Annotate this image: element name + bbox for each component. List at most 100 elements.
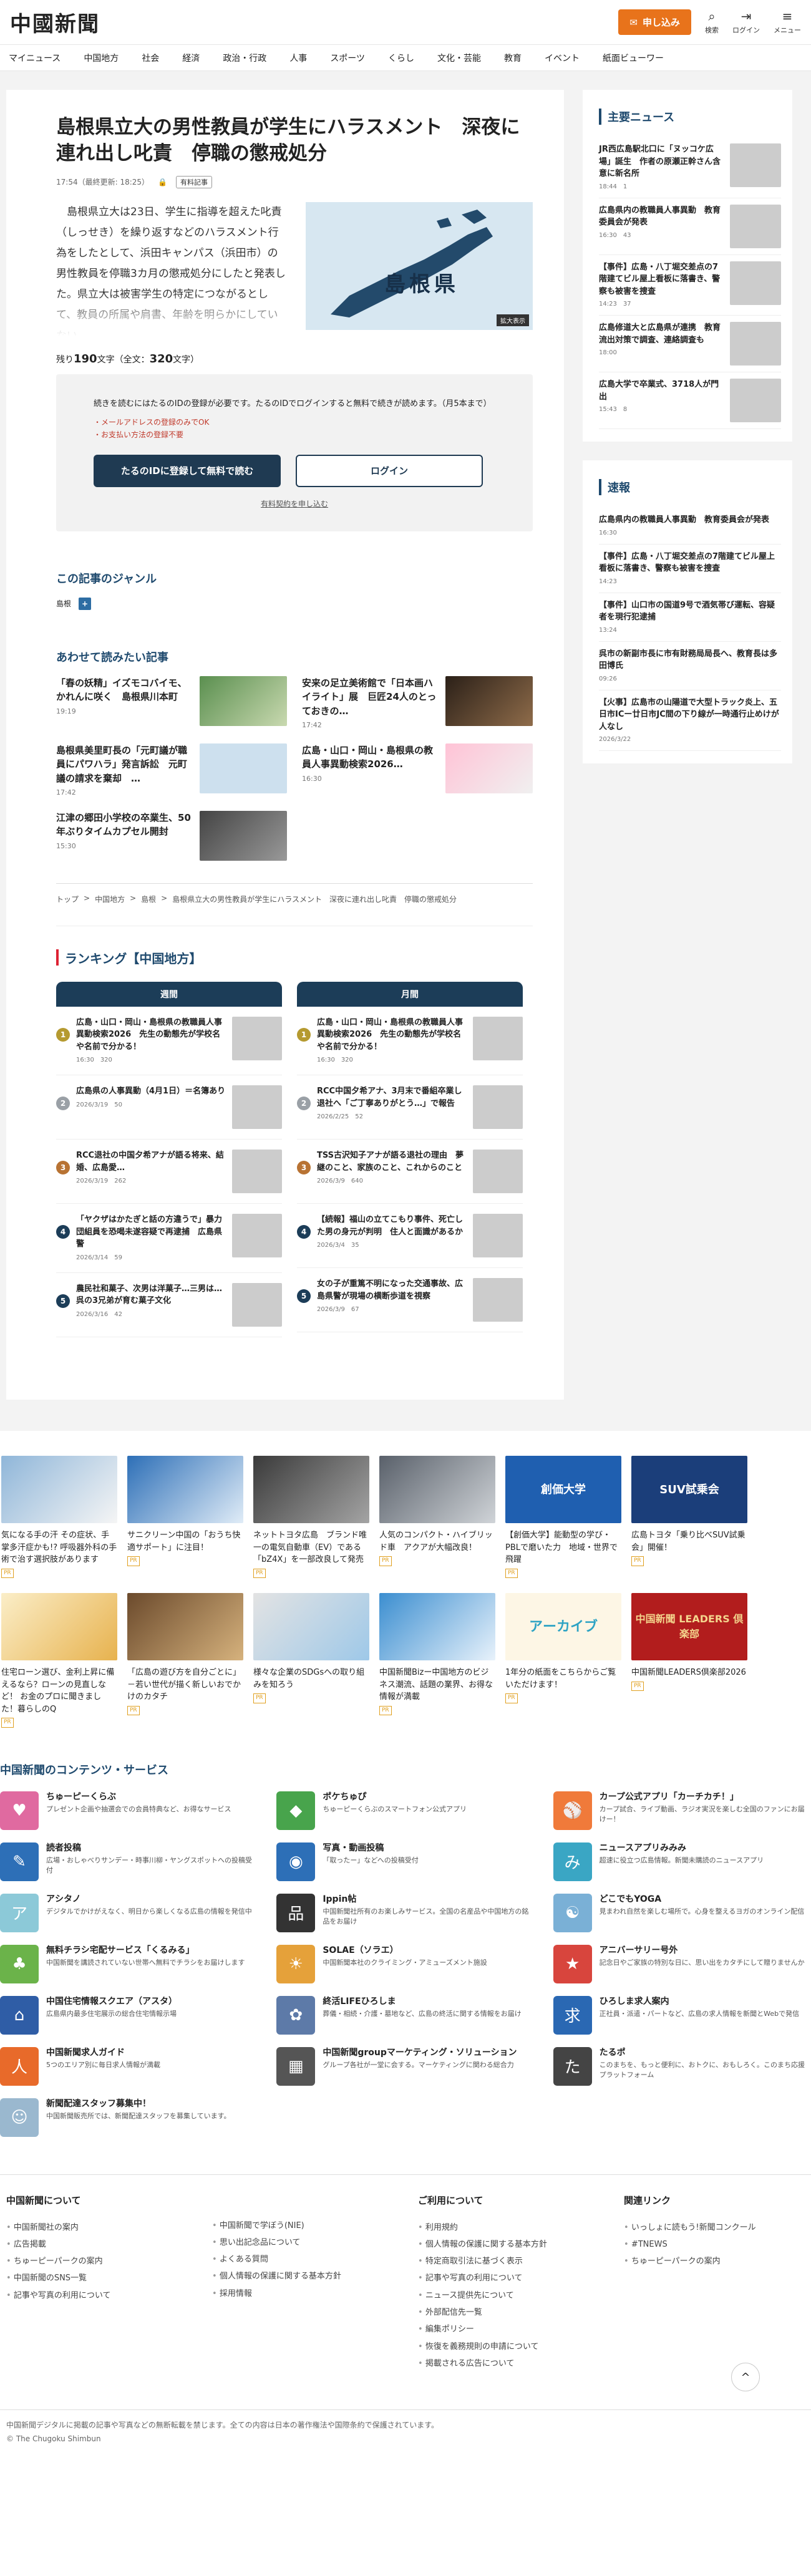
footer-link[interactable]: 外部配信先一覧 [425, 2308, 482, 2317]
footer-link[interactable]: 恢復を義務規則の申請について [425, 2342, 539, 2351]
list-item[interactable]: 「春の妖精」イズモコバイモ、かれんに咲く 島根県川本町 19:19 [56, 675, 287, 731]
nav-item-life[interactable]: くらし [388, 52, 414, 64]
promo-card[interactable]: ネットトヨタ広島 ブランド唯一の電気自動車（EV）である「bZ4X」を一部改良し… [253, 1456, 369, 1578]
promo-card[interactable]: 住宅ローン選び、金利上昇に備えるなら？ローンの見直しなど！ お金のプロに聞きまし… [1, 1593, 117, 1728]
nav-item-education[interactable]: 教育 [504, 52, 522, 64]
list-item[interactable]: 【事件】広島・八丁堀交差点の7階建てビル屋上看板に落書き、警察も被害を捜査 14:… [599, 545, 781, 593]
ranking-item[interactable]: 1 広島・山口・岡山・島根県の教職員人事異動検索2026 先生の動態先が学校名や名… [56, 1007, 282, 1076]
service-item[interactable]: ☀ SOLAE（ソラエ） 中国新聞本社のクライミング・アミューズメント施設 [276, 1944, 534, 1983]
promo-card[interactable]: 中国新聞Bizー中国地方のビジネス潮流、話題の業界、お得な情報が満載 PR [379, 1593, 495, 1728]
list-item[interactable]: 【事件】広島・八丁堀交差点の7階建てビル屋上看板に落書き、警察も被害を捜査 14:… [599, 255, 781, 316]
nav-item-personnel[interactable]: 人事 [289, 52, 307, 64]
nav-item-events[interactable]: イベント [545, 52, 580, 64]
service-item[interactable]: 求ひろしま求人案内 正社員・派遣・パートなど、広島の求人情報を新聞とWebで発信 [553, 1995, 811, 2035]
footer-link[interactable]: 広告掲載 [14, 2240, 46, 2249]
promo-card[interactable]: 気になる手の汗 その症状、手掌多汗症かも!? 呼吸器外科の手術で治す選択肢があり… [1, 1456, 117, 1578]
service-item[interactable]: ⌂ 中国住宅情報スクエア（アスタ） 広島県内最多住宅展示の総合住宅情報示場 [0, 1995, 258, 2035]
list-item[interactable]: 広島・山口・岡山・島根県の教員人事異動検索2026… 16:30 [302, 743, 533, 798]
list-item[interactable]: 呉市の新副市長に市有財務局局長へ、教育長は多田博氏 09:26 [599, 642, 781, 690]
genre-tag[interactable]: 島根 [56, 598, 71, 609]
footer-link[interactable]: 中国新聞社の案内 [14, 2223, 79, 2232]
nav-item-viewer[interactable]: 紙面ビューワー [603, 52, 664, 64]
ranking-item[interactable]: 2 広島県の人事異動（4月1日）＝名簿あり 2026/3/19 50 [56, 1075, 282, 1140]
footer-link[interactable]: 中国新聞で学ぼう(NIE) [220, 2221, 304, 2230]
promo-card[interactable]: アーカイブ 1年分の紙面をこちらからご覧いただけます！ PR [505, 1593, 621, 1728]
list-item[interactable]: 【事件】山口市の国道9号で酒気帯び運転、容疑者を現行犯逮捕 13:24 [599, 593, 781, 642]
menu-button[interactable]: ≡ メニュー [774, 10, 801, 35]
promo-card[interactable]: 人気のコンパクト・ハイブリッド車 アクアが大幅改良！ PR [379, 1456, 495, 1578]
map-zoom-button[interactable]: 拡大表示 [497, 314, 529, 326]
footer-link[interactable]: ちゅーピーパークの案内 [631, 2257, 721, 2266]
service-item[interactable]: ◉ 写真・動画投稿 「取ったー」などへの投稿受付 [276, 1842, 534, 1881]
ranking-item[interactable]: 5 女の子が重篤不明になった交通事故、広島県警が現場の横断歩道を視察 2026/3/… [297, 1268, 523, 1333]
footer-link[interactable]: 個人情報の保護に関する基本方針 [425, 2240, 547, 2249]
service-item[interactable]: ★ アニバーサリー号外 記念日やご家族の特別な日に、思い出をカタチにして贈りませんか [553, 1944, 811, 1983]
promo-card[interactable]: 中国新聞 LEADERS 倶楽部 中国新聞LEADERS倶楽部2026 PR [631, 1593, 747, 1728]
article-map-image[interactable]: 島根県 拡大表示 [306, 201, 533, 330]
add-genre-button[interactable]: + [79, 597, 92, 610]
paywall-login-button[interactable]: ログイン [296, 454, 483, 487]
list-item[interactable]: 【火事】広島市の山陽道で大型トラック炎上、五日市ICー廿日市JC間の下り線が一時… [599, 690, 781, 751]
service-item[interactable]: ✿ 終活LIFEひろしま 葬儀・相続・介護・墓地など、広島の終活に関する情報をお届け [276, 1995, 534, 2035]
ranking-item[interactable]: 5 農民社和菓子、次男は洋菓子…三男は…呉の3兄弟が育む菓子文化 2026/3/16… [56, 1273, 282, 1337]
service-item[interactable]: アアシタノ デジタルでかけがえなく、明日から楽しくなる広島の情報を発信中 [0, 1893, 258, 1932]
ranking-item[interactable]: 2 RCC中国夕希アナ、3月末で番組卒業し退社へ「ご丁寧ありがとう…」で報告 202… [297, 1075, 523, 1140]
promo-card[interactable]: 創価大学 【創価大学】能動型の学び・PBLで磨いた力 地域・世界で飛躍 PR [505, 1456, 621, 1578]
nav-item-mynews[interactable]: マイニュース [9, 52, 61, 64]
service-item[interactable]: ☯ どこでもYOGA 見まわれ自然を楽しむ場所で。心身を整えるヨガのオンライン配信 [553, 1893, 811, 1932]
paid-contract-link[interactable]: 有料契約を申し込む [94, 498, 495, 509]
nav-item-economy[interactable]: 経済 [182, 52, 200, 64]
list-item[interactable]: 江津の郷田小学校の卒業生、50年ぶりタイムカプセル開封 15:30 [56, 810, 287, 861]
footer-link[interactable]: よくある質問 [220, 2255, 268, 2264]
list-item[interactable]: 広島修道大と広島県が連携 教育流出対策で調査、連絡調査も 18:00 [599, 316, 781, 372]
service-item[interactable]: 人中国新聞求人ガイド 5つのエリア別に毎日求人情報が満載 [0, 2046, 258, 2086]
tab-monthly[interactable]: 月間 [297, 981, 523, 1007]
footer-link[interactable]: #TNEWS [631, 2240, 668, 2249]
search-button[interactable]: ⌕ 検索 [705, 10, 719, 35]
list-item[interactable]: 安来の足立美術館で「日本画ハイライト」展 巨匠24人のとっておきの… 17:42 [302, 675, 533, 731]
service-item[interactable]: ♥ ちゅーピーくらぶ プレゼント企画や抽選会での会員特典など、お得なサービス [0, 1791, 258, 1830]
footer-link[interactable]: 記事や写真の利用について [425, 2273, 523, 2283]
site-logo[interactable]: 中國新聞 [10, 7, 100, 37]
footer-link[interactable]: ニュース提供先について [425, 2291, 514, 2300]
footer-link[interactable]: 特定商取引法に基づく表示 [425, 2257, 523, 2266]
service-item[interactable]: ⚾ カープ公式アプリ「カーチカチ！」 カープ試合、ライブ動画、ラジオ実況を楽しむ全国… [553, 1791, 811, 1830]
ranking-item[interactable]: 4 【続報】福山の立てこもり事件、死亡した男の身元が判明 住人と面識があるか 202… [297, 1204, 523, 1269]
service-item[interactable]: 品 Ippin帖 中国新聞社所有のお楽しみサービス。全国の名産品や中国地方の銘品をお… [276, 1893, 534, 1932]
footer-link[interactable]: ちゅーピーパークの案内 [14, 2257, 103, 2266]
breadcrumb-item[interactable]: 中国地方 [95, 894, 125, 904]
service-item[interactable]: ♣ 無料チラシ宅配サービス「くるみる」 中国新聞を講読されていない世帯へ無料でチラシ… [0, 1944, 258, 1983]
list-item[interactable]: 広島県内の教職員人事異動 教育委員会が発表 16:30 [599, 508, 781, 545]
footer-link[interactable]: 思い出記念品について [220, 2238, 301, 2247]
ranking-item[interactable]: 1 広島・山口・岡山・島根県の教職員人事異動検索2026 先生の動態先が学校名や名… [297, 1007, 523, 1076]
list-item[interactable]: JR西広島駅北口に「ヌッコケ広場」誕生 作者の原瀬正幹さん含意に新名所 18:44… [599, 137, 781, 198]
footer-link[interactable]: いっしょに読もう!新聞コンクール [631, 2223, 756, 2232]
ranking-item[interactable]: 3 RCC退社の中国夕希アナが語る将来、結婚、広島愛… 2026/3/19 262 [56, 1140, 282, 1204]
nav-item-culture[interactable]: 文化・芸能 [437, 52, 481, 64]
service-item[interactable]: ◆ ポケちゅぴ ちゅーピーくらぶのスマートフォン公式アプリ [276, 1791, 534, 1830]
register-button[interactable]: たるのIDに登録して無料で読む [94, 454, 281, 487]
footer-link[interactable]: 個人情報の保護に関する基本方針 [220, 2272, 341, 2281]
footer-link[interactable]: 利用規約 [425, 2223, 458, 2232]
promo-card[interactable]: SUV試乗会 広島トヨタ「乗り比べSUV試乗会」開催！ PR [631, 1456, 747, 1578]
login-button[interactable]: ⇥ ログイン [732, 10, 760, 35]
ranking-item[interactable]: 4 「ヤクザはかたぎと話の方違うで」暴力団組員を恐喝未遂容疑で再逮捕 広島県警 20… [56, 1204, 282, 1273]
service-item[interactable]: ☺ 新聞配達スタッフ募集中！ 中国新聞販売所では、新聞配達スタッフを募集しています。 [0, 2098, 258, 2137]
footer-link[interactable]: 掲載される広告について [425, 2359, 515, 2368]
breadcrumb-item[interactable]: 島根 [141, 894, 156, 904]
list-item[interactable]: 広島大学で卒業式、3718人が門出 15:43 8 [599, 372, 781, 429]
breadcrumb-item[interactable]: トップ [56, 894, 79, 904]
promo-card[interactable]: 様々な企業のSDGsへの取り組みを知ろう PR [253, 1593, 369, 1728]
nav-item-politics[interactable]: 政治・行政 [223, 52, 266, 64]
nav-item-society[interactable]: 社会 [142, 52, 159, 64]
footer-link[interactable]: 中国新聞のSNS一覧 [14, 2273, 87, 2283]
nav-item-chugoku[interactable]: 中国地方 [84, 52, 119, 64]
footer-link[interactable]: 採用情報 [220, 2289, 252, 2298]
footer-link[interactable]: 編集ポリシー [425, 2325, 474, 2334]
nav-item-sports[interactable]: スポーツ [330, 52, 365, 64]
service-item[interactable]: ✎ 読者投稿 広場・おしゃべりサンデー・時事川柳・ヤングスポットへの投稿受付 [0, 1842, 258, 1881]
subscribe-button[interactable]: ✉ 申し込み [618, 9, 691, 35]
ranking-item[interactable]: 3 TSS古沢知子アナが語る退社の理由 夢継のこと、家族のこと、これからのこと 20… [297, 1140, 523, 1204]
promo-card[interactable]: 「広島の遊び方を自分ごとに」－若い世代が描く新しいおでかけのカタチ PR [127, 1593, 243, 1728]
tab-weekly[interactable]: 週間 [56, 981, 282, 1007]
